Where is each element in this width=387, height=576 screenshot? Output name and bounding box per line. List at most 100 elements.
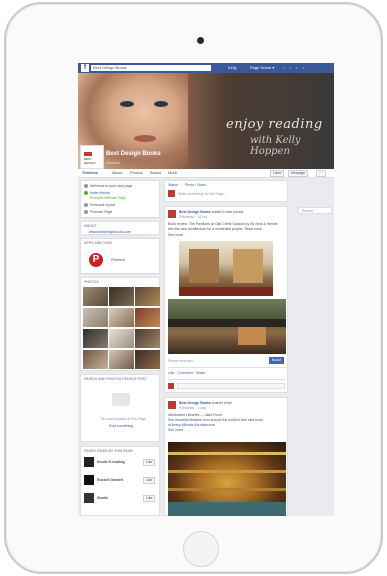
- post-meta[interactable]: Published · 1 day: [179, 406, 206, 410]
- like-page-button[interactable]: Like: [143, 477, 156, 484]
- cover-signature: with Kelly Hoppen: [250, 135, 301, 157]
- post-photo-exterior[interactable]: [168, 299, 286, 354]
- cover-lips: [134, 135, 156, 142]
- checklist-item[interactable]: Promote Page: [90, 210, 112, 214]
- photos-title: PHOTOS: [84, 280, 99, 284]
- photo-thumbnail[interactable]: [83, 287, 108, 306]
- liked-pages-title: PAGES LIKED BY THIS PAGE: [84, 449, 133, 453]
- no-posts-text: No recent posts on this Page: [101, 417, 146, 421]
- photo-thumbnail[interactable]: [109, 350, 134, 369]
- divider: [168, 367, 286, 368]
- liked-page-name[interactable]: Kindle E-reading: [97, 460, 125, 464]
- photo-window: [189, 249, 219, 283]
- pinterest-icon[interactable]: P: [89, 253, 103, 267]
- page-avatar[interactable]: [84, 475, 94, 485]
- page-avatar[interactable]: [84, 493, 94, 503]
- photo-thumbnail[interactable]: [135, 308, 160, 327]
- post-author[interactable]: Best Design Books: [179, 401, 211, 405]
- camera-icon: [197, 37, 204, 44]
- home-button[interactable]: [183, 531, 219, 567]
- page-category: Website: [106, 160, 121, 165]
- liked-button[interactable]: Liked: [270, 170, 285, 177]
- chevron-down-icon: ▾: [272, 65, 275, 70]
- post-photo-library[interactable]: [168, 442, 286, 516]
- comment-input[interactable]: [177, 383, 285, 389]
- composer-tab-photo[interactable]: Photo / Video: [185, 183, 206, 187]
- cover-eye-right: [154, 101, 168, 107]
- user-name-link[interactable]: Kelly: [228, 65, 237, 70]
- about-title: ABOUT: [84, 224, 97, 228]
- checklist-item[interactable]: Schedule a post: [90, 203, 115, 207]
- checklist-item[interactable]: Welcome to your new page: [90, 184, 132, 188]
- tab-more[interactable]: More: [168, 170, 177, 175]
- facebook-logo-icon[interactable]: f: [81, 64, 89, 72]
- see-more-link[interactable]: See more: [168, 233, 183, 237]
- post-author-avatar[interactable]: [168, 401, 176, 409]
- page-avatar[interactable]: [84, 457, 94, 467]
- post-hashtags[interactable]: #Library #Books #Architecture: [168, 423, 215, 427]
- liked-page-name[interactable]: Studio: [97, 496, 108, 500]
- photo-thumbnail[interactable]: [109, 329, 134, 348]
- boost-post-button[interactable]: Boost: [269, 357, 284, 364]
- composer-tab-status[interactable]: Status: [168, 183, 178, 187]
- photos-card: PHOTOS: [80, 277, 160, 371]
- cover-headline: enjoy reading: [226, 117, 323, 132]
- liked-page-name[interactable]: Russell Garbett: [97, 478, 123, 482]
- empty-posts-icon: [112, 393, 130, 406]
- post-photo-interior[interactable]: [179, 241, 273, 296]
- more-options-button[interactable]: ···: [316, 170, 326, 177]
- checklist-item[interactable]: Invite friends: [90, 191, 110, 195]
- post-actions[interactable]: Like · Comment · Share: [168, 371, 205, 375]
- apps-title: APPS AND TABS: [84, 241, 113, 245]
- photo-thumbnail[interactable]: [135, 329, 160, 348]
- like-page-button[interactable]: Like: [143, 459, 156, 466]
- photo-thumbnail[interactable]: [83, 350, 108, 369]
- post-card: Best Design Books added 2 new photos Pub…: [164, 206, 288, 393]
- tab-timeline[interactable]: Timeline: [82, 170, 98, 175]
- profile-logo-mark: [84, 152, 92, 156]
- post-something-link[interactable]: Post something: [109, 424, 133, 428]
- post-card: Best Design Books shared a link Publishe…: [164, 397, 288, 516]
- checklist-subtext: Promote Website Page: [90, 196, 126, 200]
- cover-photo[interactable]: enjoy reading with Kelly Hoppen BEST DES…: [78, 73, 334, 169]
- photo-thumbnail[interactable]: [109, 308, 134, 327]
- visitor-posts-title: VIDEOS AND PHOTOS PEOPLE POST: [84, 377, 148, 381]
- see-more-link[interactable]: See more: [168, 428, 183, 432]
- post-text: Illuminated Libraries — Jake Finch: [168, 413, 222, 417]
- photo-lit-room: [238, 327, 266, 345]
- post-author[interactable]: Best Design Books: [179, 210, 211, 214]
- page-tabs: Timeline About Photos Books More Liked M…: [78, 169, 334, 178]
- about-card: ABOUT www.bestdesignbooks.com: [80, 221, 160, 235]
- profile-picture[interactable]: BEST DESIGN: [80, 145, 104, 169]
- post-meta[interactable]: Published · 16 hrs: [179, 215, 207, 219]
- comment-avatar: [168, 383, 174, 389]
- photo-roof: [168, 319, 286, 327]
- photo-shelf: [168, 452, 286, 455]
- post-composer: Status Photo / Video Write something on …: [164, 180, 288, 202]
- check-icon: [84, 203, 88, 207]
- photo-thumbnail[interactable]: [109, 287, 134, 306]
- visitor-posts-card: VIDEOS AND PHOTOS PEOPLE POST No recent …: [80, 374, 160, 442]
- post-author-avatar[interactable]: [168, 210, 176, 218]
- right-search-box[interactable]: Search: [298, 207, 332, 214]
- tab-about[interactable]: About: [112, 170, 122, 175]
- post-action: added 2 new photos: [211, 210, 244, 214]
- photo-thumbnail[interactable]: [83, 329, 108, 348]
- composer-input[interactable]: Write something on this Page...: [178, 192, 227, 196]
- photo-thumbnail[interactable]: [135, 287, 160, 306]
- website-link[interactable]: www.bestdesignbooks.com: [89, 230, 131, 234]
- app-pinterest-label[interactable]: Pinterest: [111, 258, 125, 262]
- notification-icons[interactable]: • • • •: [283, 65, 306, 70]
- tab-books[interactable]: Books: [150, 170, 161, 175]
- photo-shelf: [168, 488, 286, 491]
- people-reached: People reached: [168, 359, 193, 363]
- liked-pages-card: PAGES LIKED BY THIS PAGE Kindle E-readin…: [80, 446, 160, 516]
- search-input[interactable]: Best Design Books: [91, 65, 211, 71]
- page-name[interactable]: Best Design Books: [106, 151, 161, 157]
- photo-thumbnail[interactable]: [83, 308, 108, 327]
- like-page-button[interactable]: Like: [143, 495, 156, 502]
- photo-thumbnail[interactable]: [135, 350, 160, 369]
- tab-photos[interactable]: Photos: [130, 170, 142, 175]
- message-button[interactable]: Message: [288, 170, 309, 177]
- page-home-link[interactable]: Page Home ▾: [250, 65, 274, 70]
